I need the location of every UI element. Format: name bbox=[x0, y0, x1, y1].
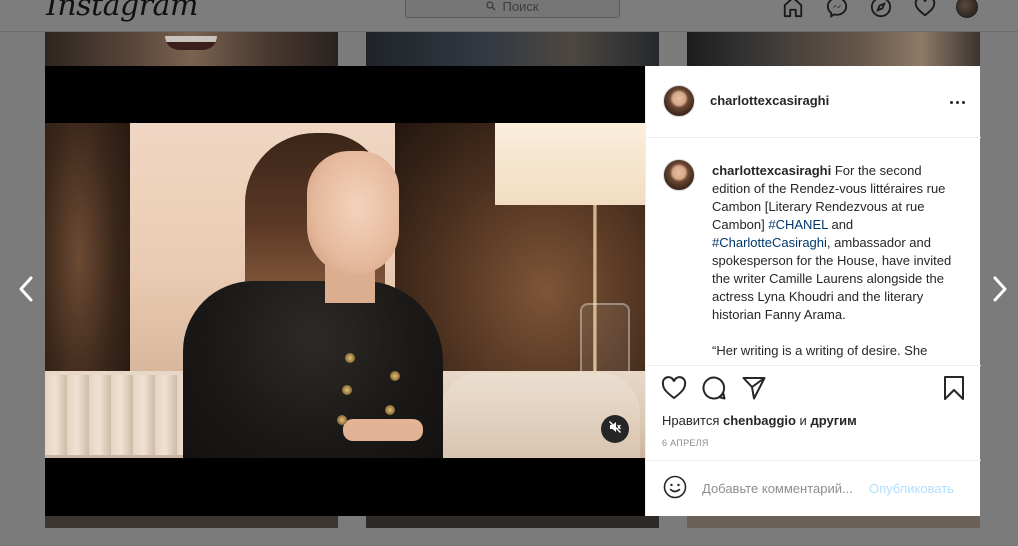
grid-thumbnail[interactable] bbox=[45, 32, 338, 68]
search-box[interactable]: Поиск bbox=[405, 0, 620, 18]
grid-thumbnail[interactable] bbox=[45, 516, 338, 528]
search-placeholder: Поиск bbox=[502, 0, 539, 14]
author-avatar[interactable] bbox=[663, 85, 695, 117]
post-sidebar: charlottexcasiraghi charlottexcasiraghi … bbox=[645, 66, 981, 516]
previous-post-button[interactable] bbox=[14, 276, 38, 306]
caption-avatar[interactable] bbox=[663, 159, 695, 191]
explore-icon[interactable] bbox=[868, 0, 894, 20]
mute-icon bbox=[608, 420, 622, 439]
post-header: charlottexcasiraghi bbox=[646, 66, 981, 138]
likes-summary[interactable]: Нравится chenbaggio и другим bbox=[662, 413, 857, 428]
add-comment-form: Опубликовать bbox=[646, 460, 981, 516]
top-navigation: Instagram Поиск bbox=[0, 0, 1018, 32]
activity-heart-icon[interactable] bbox=[912, 0, 938, 20]
author-username[interactable]: charlottexcasiraghi bbox=[710, 93, 829, 108]
like-button[interactable] bbox=[660, 375, 688, 405]
share-button[interactable] bbox=[740, 376, 768, 404]
caption-username[interactable]: charlottexcasiraghi bbox=[712, 163, 831, 178]
save-button[interactable] bbox=[940, 375, 968, 406]
post-caption: charlottexcasiraghi For the second editi… bbox=[712, 162, 962, 360]
more-options-button[interactable] bbox=[946, 92, 968, 112]
comment-input[interactable] bbox=[702, 478, 868, 498]
search-icon bbox=[486, 0, 496, 14]
publish-comment-button[interactable]: Опубликовать bbox=[869, 481, 954, 496]
chevron-left-icon bbox=[18, 276, 34, 307]
messenger-icon[interactable] bbox=[824, 0, 850, 20]
like-heart-icon bbox=[661, 375, 687, 405]
hashtag-link[interactable]: #CHANEL bbox=[768, 217, 827, 232]
more-icon bbox=[949, 100, 965, 104]
share-icon bbox=[741, 375, 767, 406]
profile-avatar[interactable] bbox=[956, 0, 978, 18]
grid-thumbnail[interactable] bbox=[687, 32, 980, 68]
next-post-button[interactable] bbox=[988, 276, 1012, 306]
caption-quote: “Her writing is a writing of desire. She bbox=[712, 343, 928, 358]
nav-icons bbox=[780, 0, 978, 20]
comments-area[interactable]: charlottexcasiraghi For the second editi… bbox=[646, 139, 981, 365]
emoji-icon bbox=[663, 475, 687, 504]
video-player[interactable] bbox=[45, 123, 645, 458]
chevron-right-icon bbox=[992, 276, 1008, 307]
caption-text-part: and bbox=[827, 217, 854, 232]
post-media[interactable] bbox=[45, 66, 645, 516]
post-date[interactable]: 6 АПРЕЛЯ bbox=[662, 438, 709, 448]
post-actions: Нравится chenbaggio и другим 6 АПРЕЛЯ bbox=[646, 365, 981, 460]
grid-thumbnail[interactable] bbox=[366, 516, 659, 528]
grid-thumbnail[interactable] bbox=[366, 32, 659, 68]
emoji-button[interactable] bbox=[662, 475, 688, 504]
hashtag-link[interactable]: #CharlotteCasiraghi bbox=[712, 235, 827, 250]
comment-icon bbox=[701, 375, 727, 406]
liker-username[interactable]: chenbaggio bbox=[723, 413, 796, 428]
save-bookmark-icon bbox=[942, 375, 966, 406]
home-icon[interactable] bbox=[780, 0, 806, 20]
mute-button[interactable] bbox=[601, 415, 629, 443]
likes-others-link[interactable]: другим bbox=[810, 413, 856, 428]
likes-prefix: Нравится bbox=[662, 413, 723, 428]
instagram-logo[interactable]: Instagram bbox=[46, 0, 198, 23]
likes-middle: и bbox=[795, 413, 811, 428]
grid-thumbnail[interactable] bbox=[687, 516, 980, 528]
comment-button[interactable] bbox=[700, 375, 728, 406]
